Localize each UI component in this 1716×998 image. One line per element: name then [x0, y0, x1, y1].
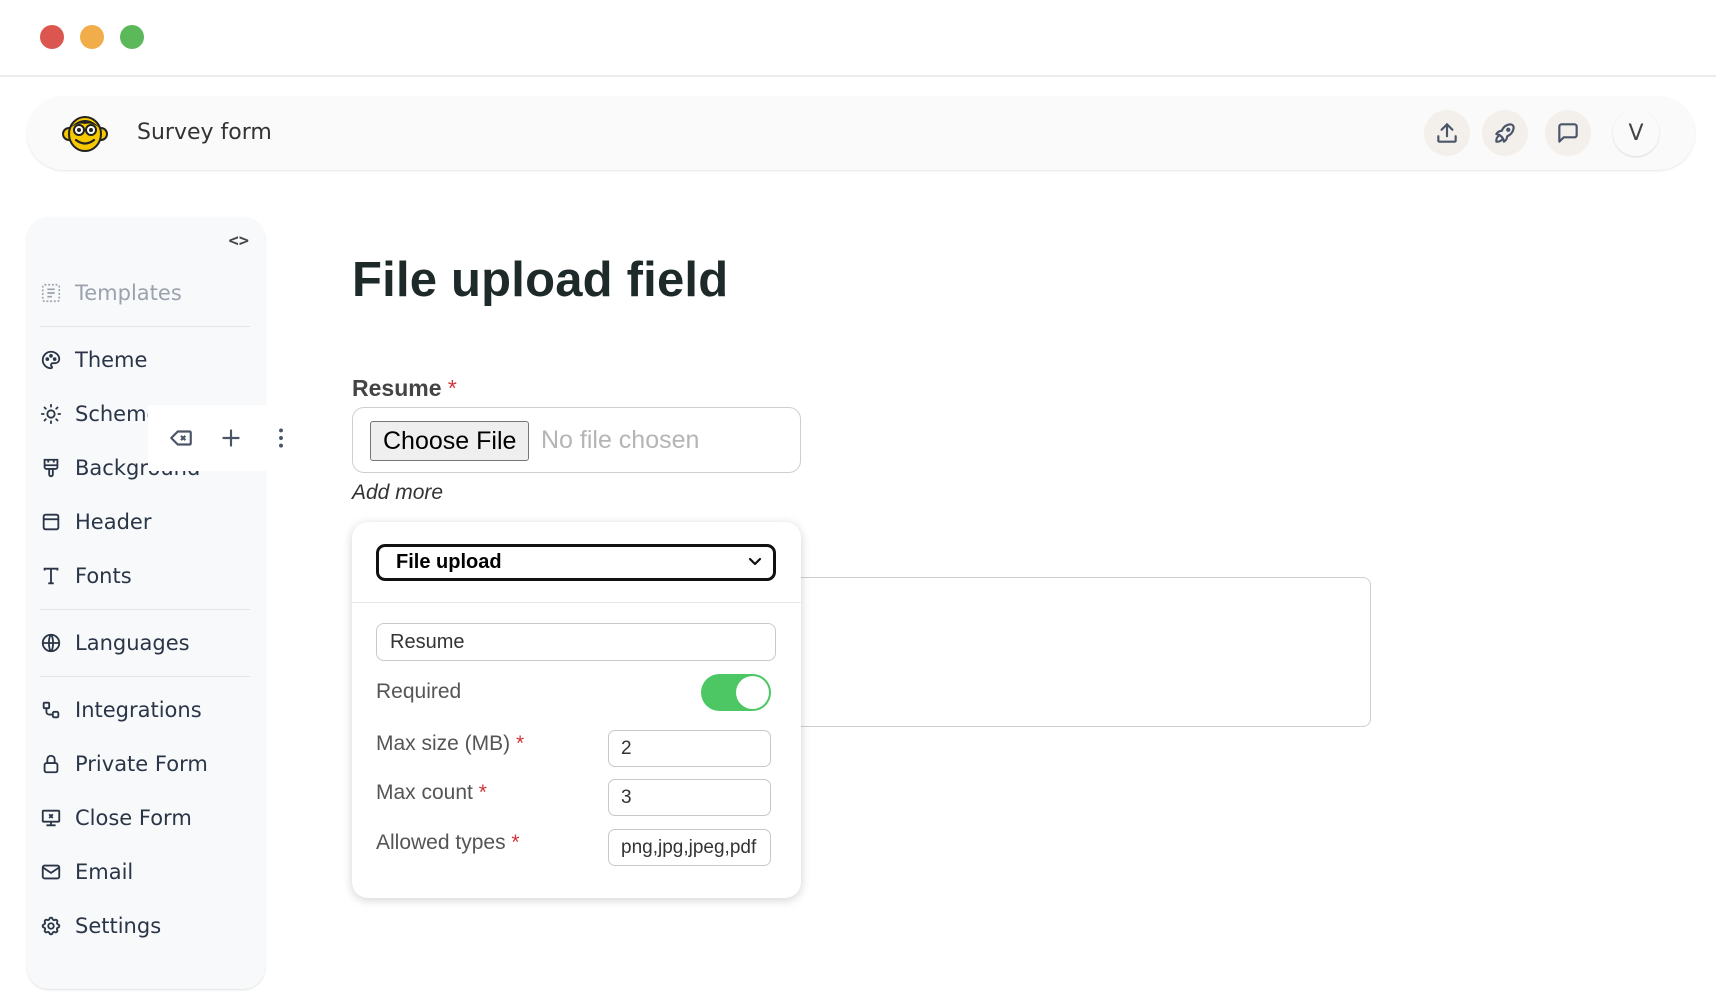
- paint-brush-icon: [43, 458, 59, 478]
- sidebar-item-private-form[interactable]: Private Form: [40, 748, 208, 780]
- sidebar-item-label: Fonts: [75, 564, 132, 588]
- palette-icon: [41, 350, 61, 370]
- integrations-icon: [42, 701, 60, 719]
- sidebar-item-label: Scheme: [75, 402, 160, 426]
- sidebar-item-label: Private Form: [75, 752, 208, 776]
- sidebar-item-label: Theme: [75, 348, 148, 372]
- sidebar-item-email[interactable]: Email: [40, 856, 133, 888]
- window-titlebar: [0, 0, 1716, 77]
- max-count-input[interactable]: 3: [608, 779, 771, 816]
- sidebar-item-languages[interactable]: Languages: [40, 627, 190, 659]
- required-mark: *: [447, 375, 457, 401]
- required-mark: *: [478, 781, 487, 804]
- add-more-link[interactable]: Add more: [352, 481, 443, 505]
- sidebar-item-label: Languages: [75, 631, 190, 655]
- max-count-label: Max count *: [376, 781, 487, 805]
- max-size-label: Max size (MB) *: [376, 732, 524, 756]
- chevron-down-icon: [748, 557, 762, 566]
- sidebar-divider: [40, 676, 250, 677]
- backspace-icon: [170, 430, 192, 446]
- more-vertical-icon: [279, 428, 283, 448]
- publish-button[interactable]: [1482, 110, 1528, 156]
- field-label-text: Resume: [352, 375, 442, 401]
- page-title: File upload field: [352, 253, 729, 307]
- required-mark: *: [516, 732, 525, 755]
- window-minimize-button[interactable]: [80, 25, 104, 49]
- app-header: Survey form V: [27, 96, 1695, 170]
- monkey-face-icon[interactable]: [62, 110, 108, 156]
- required-toggle[interactable]: [701, 674, 771, 711]
- sidebar-item-scheme[interactable]: Scheme: [40, 398, 159, 430]
- feedback-button[interactable]: [1545, 110, 1591, 156]
- toggle-knob: [736, 676, 769, 709]
- app-title: Survey form: [137, 120, 272, 145]
- file-upload-input[interactable]: Choose File No file chosen: [352, 407, 801, 473]
- popup-divider: [352, 602, 801, 603]
- plus-icon: [222, 429, 240, 447]
- upload-icon: [1437, 123, 1457, 143]
- allowed-types-label: Allowed types *: [376, 831, 520, 855]
- globe-icon: [41, 633, 61, 653]
- sidebar-item-label: Close Form: [75, 806, 192, 830]
- sun-moon-icon: [40, 403, 62, 425]
- typography-icon: [43, 567, 59, 585]
- allowed-types-label-text: Allowed types: [376, 831, 506, 854]
- collapse-sidebar-button[interactable]: <>: [229, 231, 249, 251]
- field-more-button[interactable]: [266, 423, 296, 453]
- sidebar-item-label: Settings: [75, 914, 162, 938]
- sidebar-item-label: Header: [75, 510, 152, 534]
- rocket-icon: [1495, 123, 1515, 143]
- mail-icon: [41, 864, 61, 880]
- field-type-select[interactable]: File upload: [376, 544, 776, 581]
- required-label: Required: [376, 680, 462, 703]
- sidebar-item-label: Email: [75, 860, 134, 884]
- field-type-value: File upload: [396, 551, 502, 573]
- max-size-input[interactable]: 2: [608, 730, 771, 767]
- sidebar-item-fonts[interactable]: Fonts: [40, 560, 132, 592]
- window-close-button[interactable]: [40, 25, 64, 49]
- allowed-types-input[interactable]: png,jpg,jpeg,pdf: [608, 829, 771, 866]
- sidebar-item-integrations[interactable]: Integrations: [40, 694, 202, 726]
- max-count-label-text: Max count: [376, 781, 473, 804]
- choose-file-button[interactable]: Choose File: [370, 421, 530, 461]
- sidebar-item-templates[interactable]: Templates: [40, 277, 182, 309]
- file-status: No file chosen: [541, 426, 700, 454]
- field-label-input[interactable]: Resume: [376, 623, 776, 661]
- add-field-button[interactable]: [216, 423, 246, 453]
- field-label: Resume *: [352, 375, 457, 402]
- delete-field-button[interactable]: [166, 423, 196, 453]
- required-mark: *: [511, 831, 520, 854]
- chat-icon: [1558, 123, 1578, 143]
- next-field-box[interactable]: [800, 577, 1371, 727]
- template-icon: [41, 283, 61, 303]
- field-settings-popup: File upload Resume Required Max size (MB…: [352, 522, 801, 898]
- window-maximize-button[interactable]: [120, 25, 144, 49]
- export-button[interactable]: [1424, 110, 1470, 156]
- field-toolbar: [148, 405, 314, 471]
- sidebar-divider: [40, 326, 250, 327]
- max-size-label-text: Max size (MB): [376, 732, 511, 755]
- sidebar-item-settings[interactable]: Settings: [40, 910, 161, 942]
- sidebar-item-close-form[interactable]: Close Form: [40, 802, 192, 834]
- sidebar: <> Templates Theme Scheme Background Hea…: [27, 217, 265, 989]
- header-layout-icon: [42, 513, 60, 531]
- sidebar-item-header[interactable]: Header: [40, 506, 151, 538]
- lock-icon: [43, 754, 59, 774]
- sidebar-divider: [40, 609, 250, 610]
- user-avatar[interactable]: V: [1613, 110, 1659, 156]
- close-form-icon: [41, 809, 61, 827]
- gear-icon: [41, 916, 61, 936]
- sidebar-item-theme[interactable]: Theme: [40, 344, 147, 376]
- sidebar-item-label: Integrations: [75, 698, 202, 722]
- sidebar-item-label: Templates: [75, 281, 182, 305]
